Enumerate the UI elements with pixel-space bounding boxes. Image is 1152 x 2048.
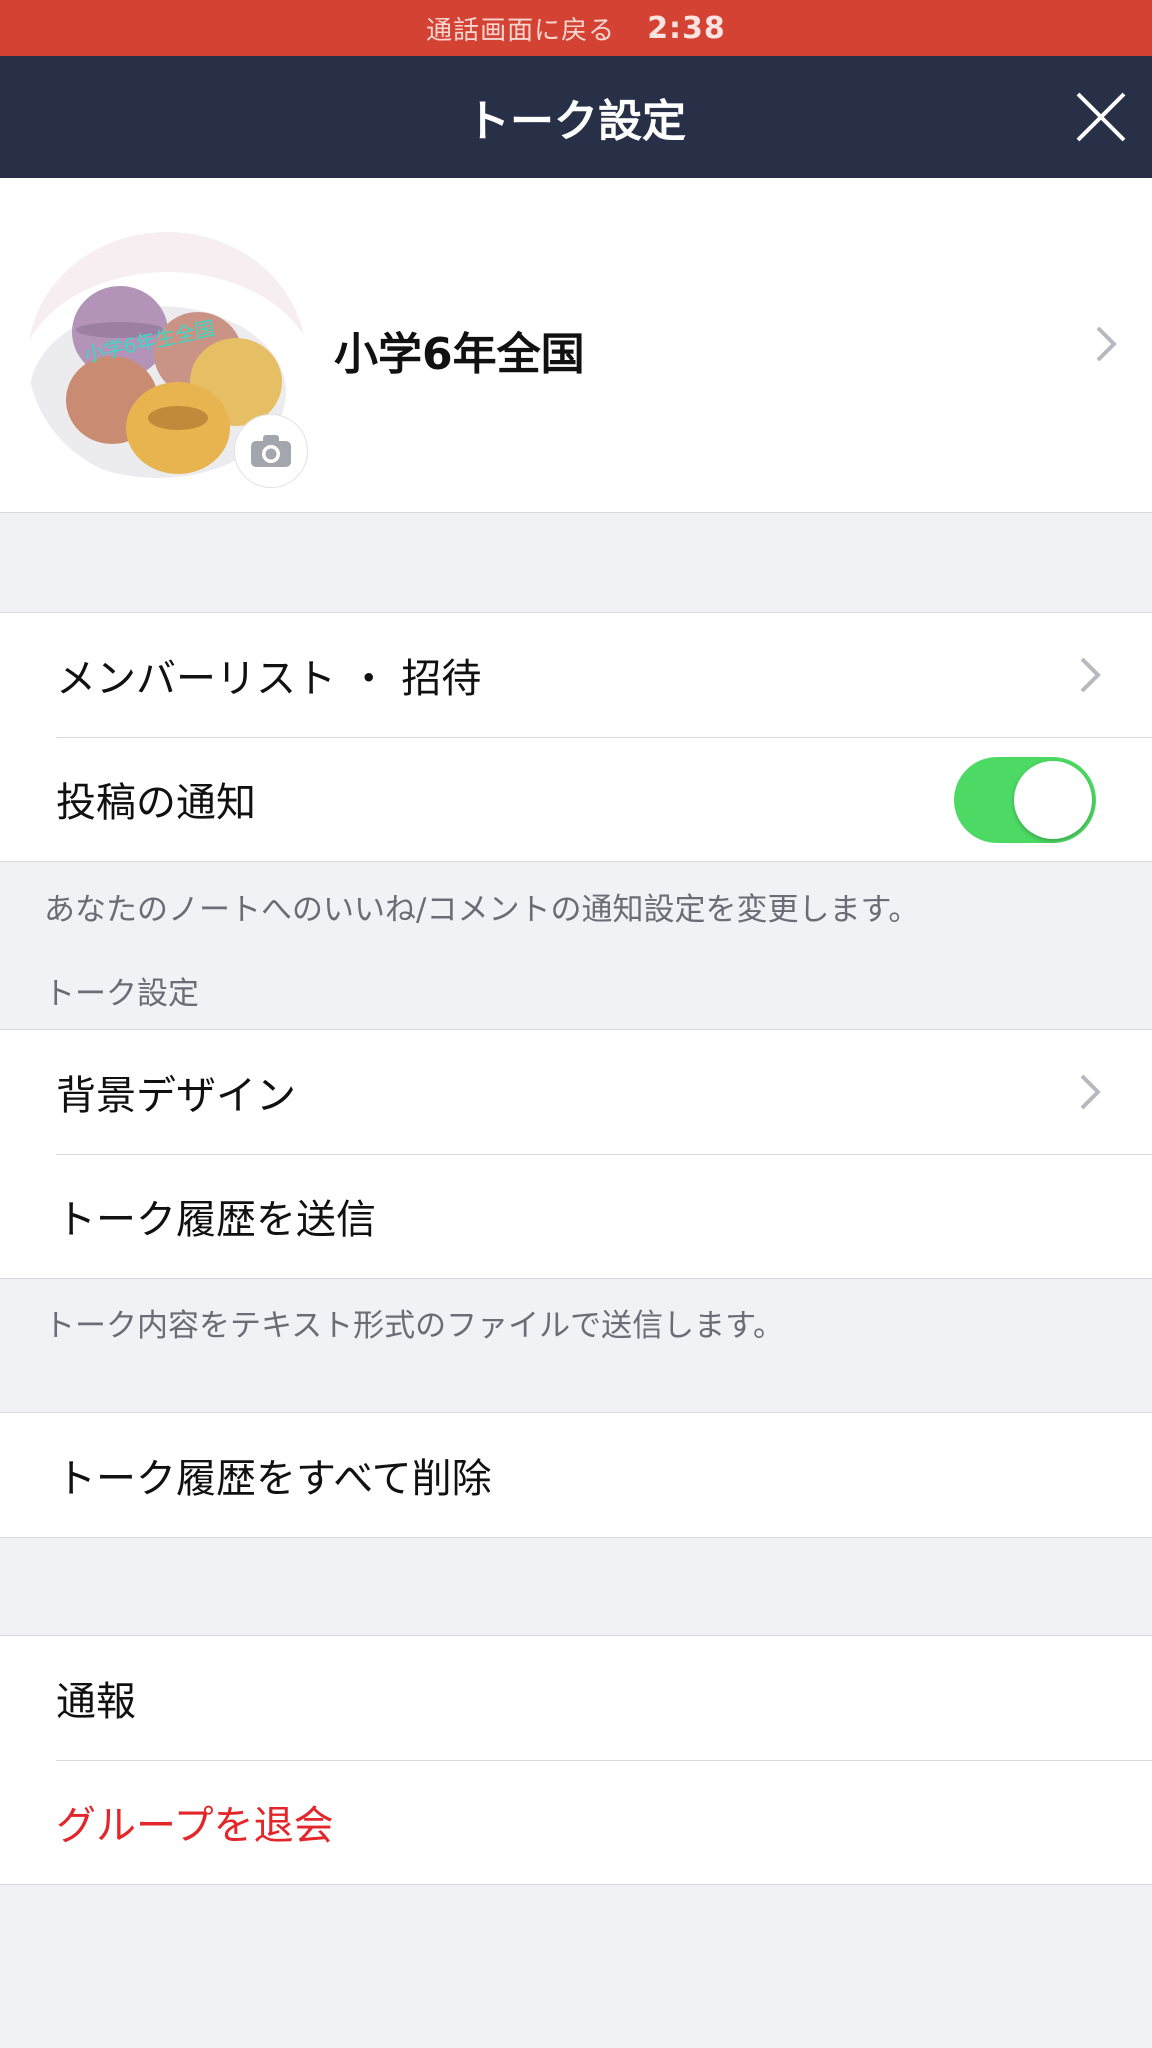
delete-all-history-row[interactable]: トーク履歴をすべて削除 bbox=[0, 1413, 1152, 1537]
post-notification-label: 投稿の通知 bbox=[56, 780, 256, 826]
toggle-knob bbox=[1014, 761, 1092, 839]
send-history-note: トーク内容をテキスト形式のファイルで送信します。 bbox=[44, 1308, 784, 1344]
members-section: メンバーリスト ・ 招待 投稿の通知 bbox=[0, 612, 1152, 862]
member-list-invite-row[interactable]: メンバーリスト ・ 招待 bbox=[0, 613, 1152, 737]
call-timer: 2:38 bbox=[647, 10, 726, 46]
section-header-talk-settings: トーク設定 bbox=[44, 976, 199, 1012]
return-to-call-bar[interactable]: 通話画面に戻る 2:38 bbox=[0, 0, 1152, 56]
background-design-label: 背景デザイン bbox=[56, 1073, 296, 1119]
change-photo-button[interactable] bbox=[234, 414, 308, 488]
post-notification-note: あなたのノートへのいいね/コメントの通知設定を変更します。 bbox=[44, 892, 920, 928]
report-section: 通報 グループを退会 bbox=[0, 1635, 1152, 1885]
return-to-call-label: 通話画面に戻る bbox=[426, 15, 616, 46]
member-list-invite-label: メンバーリスト ・ 招待 bbox=[56, 656, 482, 702]
camera-icon bbox=[251, 435, 291, 467]
chevron-right-icon bbox=[1096, 326, 1117, 362]
page-title: トーク設定 bbox=[466, 96, 686, 147]
talk-settings-section: 背景デザイン トーク履歴を送信 bbox=[0, 1029, 1152, 1279]
close-button[interactable] bbox=[1070, 86, 1132, 148]
report-label: 通報 bbox=[56, 1679, 136, 1725]
group-name: 小学6年全国 bbox=[334, 329, 585, 380]
chevron-right-icon bbox=[1080, 657, 1101, 693]
post-notification-row: 投稿の通知 bbox=[0, 737, 1152, 861]
report-row[interactable]: 通報 bbox=[0, 1636, 1152, 1760]
leave-group-label: グループを退会 bbox=[56, 1803, 334, 1849]
send-talk-history-row[interactable]: トーク履歴を送信 bbox=[0, 1154, 1152, 1278]
background-design-row[interactable]: 背景デザイン bbox=[0, 1030, 1152, 1154]
chevron-right-icon bbox=[1080, 1074, 1101, 1110]
group-profile[interactable]: 小学6年生全国 小学6年全国 bbox=[0, 178, 1152, 513]
close-icon bbox=[1076, 92, 1126, 142]
delete-section: トーク履歴をすべて削除 bbox=[0, 1412, 1152, 1538]
nav-bar: トーク設定 bbox=[0, 56, 1152, 178]
delete-all-history-label: トーク履歴をすべて削除 bbox=[56, 1456, 492, 1502]
post-notification-toggle[interactable] bbox=[954, 757, 1096, 843]
leave-group-row[interactable]: グループを退会 bbox=[0, 1760, 1152, 1884]
send-talk-history-label: トーク履歴を送信 bbox=[56, 1197, 376, 1243]
